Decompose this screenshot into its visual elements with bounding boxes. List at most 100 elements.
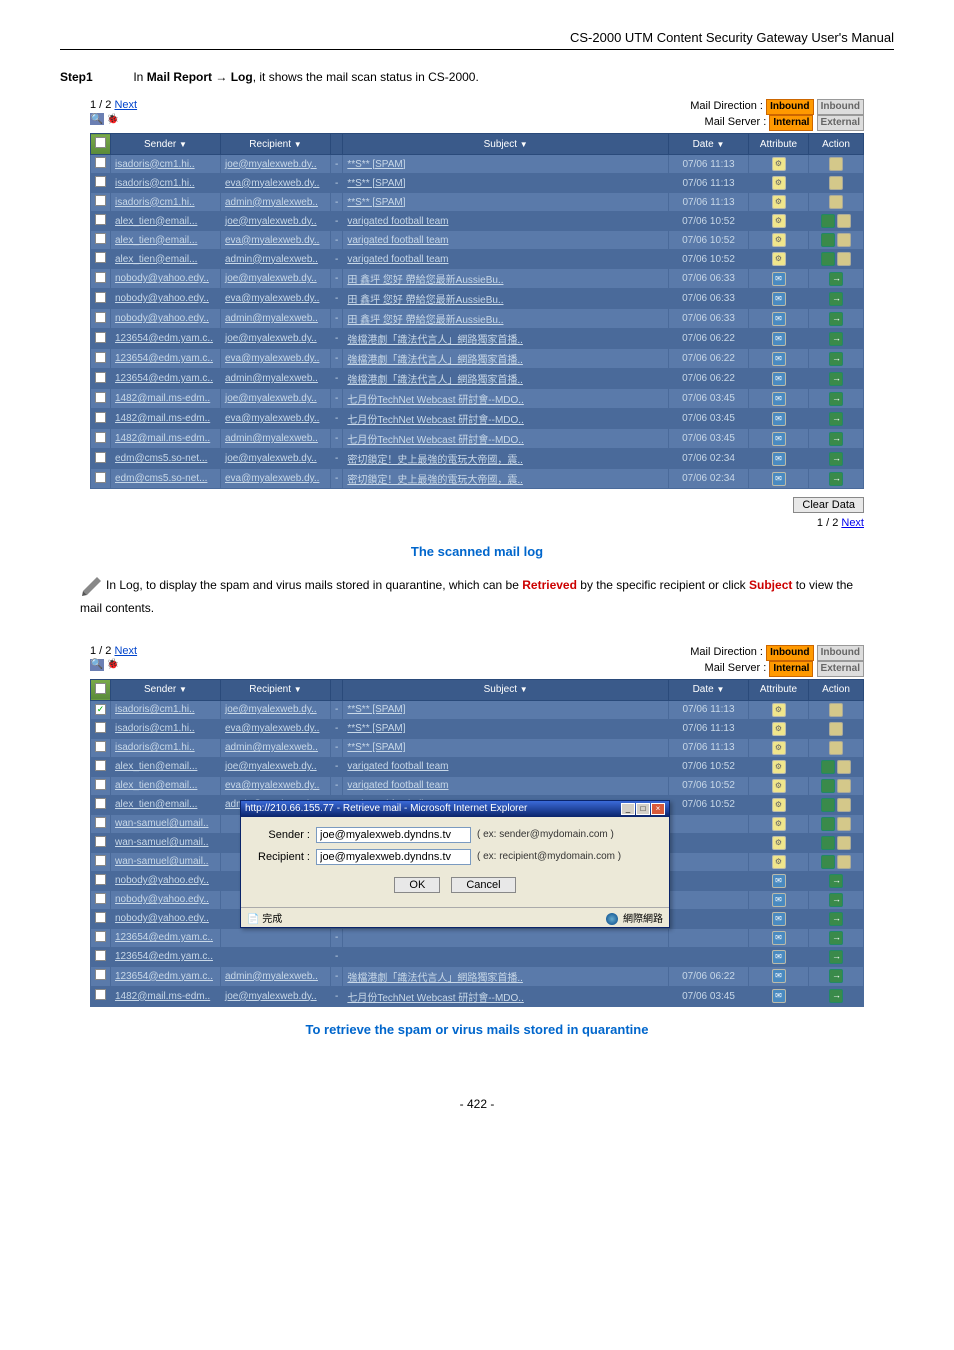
deliver-icon[interactable] [829,372,843,386]
sender-link[interactable]: isadoris@cm1.hi.. [115,723,195,734]
subject-link[interactable]: varigated football team [347,254,448,265]
th-sender-2[interactable]: Sender ▼ [111,679,221,700]
search-filter-icon-2[interactable]: 🔍 [90,659,104,671]
sender-link[interactable]: alex_tien@email... [115,216,197,227]
inbound-badge-active[interactable]: Inbound [766,99,813,115]
delete-icon[interactable] [837,798,851,812]
recipient-link[interactable]: eva@myalexweb.dy.. [225,413,319,424]
sender-link[interactable]: 1482@mail.ms-edm.. [115,413,210,424]
sender-link[interactable]: nobody@yahoo.edy.. [115,293,209,304]
recipient-link[interactable]: joe@myalexweb.dy.. [225,761,317,772]
popup-ok-button[interactable]: OK [394,877,440,893]
th-recipient-2[interactable]: Recipient ▼ [221,679,331,700]
deliver-icon[interactable] [829,432,843,446]
recipient-link[interactable]: joe@myalexweb.dy.. [225,273,317,284]
row-checkbox[interactable] [95,912,106,923]
row-checkbox[interactable] [95,779,106,790]
recipient-link[interactable]: admin@myalexweb.. [225,197,318,208]
deliver-icon[interactable] [829,874,843,888]
delete-icon[interactable] [837,836,851,850]
retrieve-icon[interactable] [821,817,835,831]
sender-link[interactable]: 123654@edm.yam.c.. [115,932,213,943]
row-checkbox[interactable] [95,452,106,463]
sender-link[interactable]: 123654@edm.yam.c.. [115,333,213,344]
subject-link[interactable]: 田 鑫坪 您好 帶給您最新AussieBu.. [347,275,503,286]
row-checkbox[interactable] [95,874,106,885]
th-subject-2[interactable]: Subject ▼ [343,679,669,700]
virus-filter-icon[interactable]: 🐞 [106,113,120,125]
sender-link[interactable]: 123654@edm.yam.c.. [115,951,213,962]
subject-link[interactable]: varigated football team [347,216,448,227]
deliver-icon[interactable] [829,472,843,486]
retrieve-icon[interactable] [821,252,835,266]
row-checkbox[interactable] [95,893,106,904]
recipient-link[interactable]: admin@myalexweb.. [225,373,318,384]
subject-link[interactable]: **S** [SPAM] [347,723,405,734]
sender-link[interactable]: alex_tien@email... [115,761,197,772]
row-checkbox[interactable] [95,252,106,263]
th-checkall-2[interactable] [91,679,111,700]
deliver-icon[interactable] [829,332,843,346]
row-checkbox[interactable] [95,722,106,733]
th-date[interactable]: Date ▼ [669,134,749,155]
row-checkbox[interactable] [95,704,106,715]
recipient-link[interactable]: admin@myalexweb.. [225,313,318,324]
row-checkbox[interactable] [95,817,106,828]
subject-link[interactable]: **S** [SPAM] [347,742,405,753]
minimize-button[interactable]: _ [621,803,635,815]
sender-link[interactable]: isadoris@cm1.hi.. [115,704,195,715]
close-button[interactable]: × [651,803,665,815]
sender-link[interactable]: alex_tien@email... [115,799,197,810]
retrieve-icon[interactable] [821,233,835,247]
retrieve-icon[interactable] [821,214,835,228]
recipient-link[interactable]: admin@myalexweb.. [225,971,318,982]
delete-icon[interactable] [829,157,843,171]
deliver-icon[interactable] [829,412,843,426]
subject-link[interactable]: 七月份TechNet Webcast 研討會--MDO.. [347,435,524,446]
deliver-icon[interactable] [829,452,843,466]
deliver-icon[interactable] [829,392,843,406]
row-checkbox[interactable] [95,989,106,1000]
retrieve-icon[interactable] [821,836,835,850]
sender-link[interactable]: 1482@mail.ms-edm.. [115,991,210,1002]
th-subject[interactable]: Subject ▼ [343,134,669,155]
row-checkbox[interactable] [95,352,106,363]
recipient-link[interactable]: admin@myalexweb.. [225,433,318,444]
row-checkbox[interactable] [95,372,106,383]
recipient-link[interactable]: eva@myalexweb.dy.. [225,293,319,304]
retrieve-icon[interactable] [821,760,835,774]
sender-link[interactable]: 123654@edm.yam.c.. [115,971,213,982]
clear-data-button[interactable]: Clear Data [793,497,864,513]
deliver-icon[interactable] [829,272,843,286]
delete-icon[interactable] [837,214,851,228]
recipient-link[interactable]: joe@myalexweb.dy.. [225,393,317,404]
inbound-badge-inactive-2[interactable]: Inbound [817,645,864,661]
delete-icon[interactable] [829,722,843,736]
row-checkbox[interactable] [95,214,106,225]
sender-link[interactable]: wan-samuel@umail.. [115,837,209,848]
row-checkbox[interactable] [95,760,106,771]
subject-link[interactable]: 七月份TechNet Webcast 研討會--MDO.. [347,993,524,1004]
next-link[interactable]: Next [114,99,137,111]
inbound-badge-inactive[interactable]: Inbound [817,99,864,115]
retrieve-icon[interactable] [821,855,835,869]
retrieve-icon[interactable] [821,779,835,793]
row-checkbox[interactable] [95,931,106,942]
sender-link[interactable]: wan-samuel@umail.. [115,818,209,829]
sender-link[interactable]: isadoris@cm1.hi.. [115,159,195,170]
delete-icon[interactable] [837,855,851,869]
sender-link[interactable]: isadoris@cm1.hi.. [115,742,195,753]
sender-link[interactable]: wan-samuel@umail.. [115,856,209,867]
subject-link[interactable]: 田 鑫坪 您好 帶給您最新AussieBu.. [347,315,503,326]
recipient-link[interactable]: admin@myalexweb.. [225,254,318,265]
recipient-link[interactable]: joe@myalexweb.dy.. [225,333,317,344]
deliver-icon[interactable] [829,912,843,926]
subject-link[interactable]: **S** [SPAM] [347,159,405,170]
row-checkbox[interactable] [95,798,106,809]
sender-link[interactable]: nobody@yahoo.edy.. [115,273,209,284]
recipient-link[interactable]: eva@myalexweb.dy.. [225,178,319,189]
next-link-bottom[interactable]: Next [841,517,864,529]
external-badge-2[interactable]: External [817,661,864,677]
subject-link[interactable]: 強檔港劇「識法代言人」網路獨家首播.. [347,973,523,984]
maximize-button[interactable]: □ [636,803,650,815]
